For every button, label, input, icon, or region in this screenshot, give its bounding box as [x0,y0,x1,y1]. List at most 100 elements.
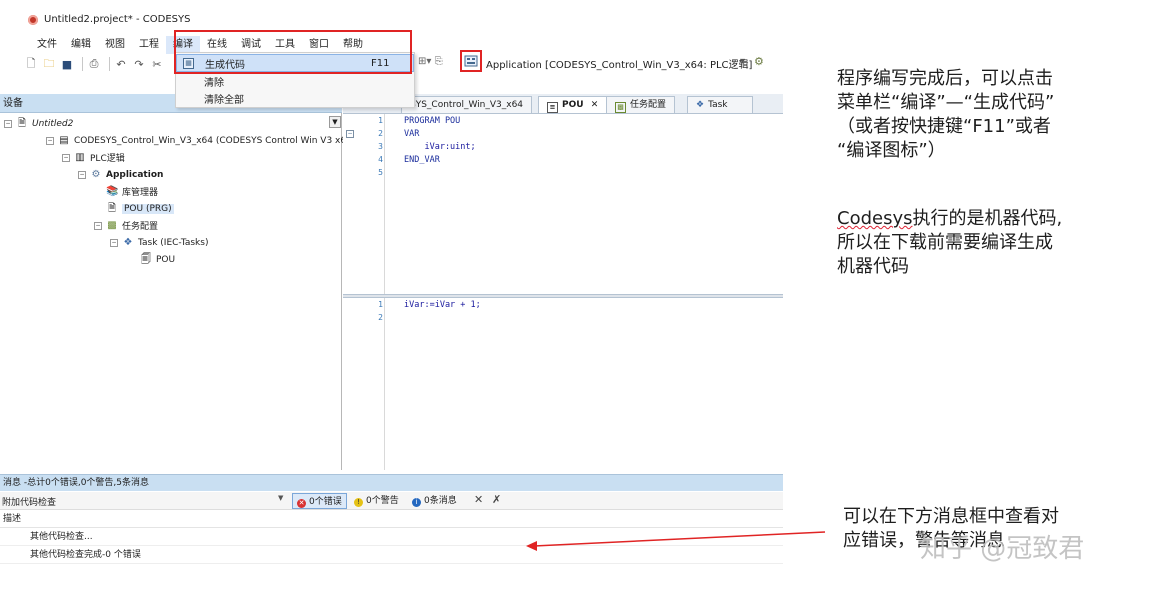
build-icon[interactable] [460,50,482,72]
menu-file[interactable]: 文件 [30,36,64,54]
menu-item-label: 生成代码 [205,59,245,71]
filter-messages-button[interactable]: i 0条消息 [408,493,461,509]
filter-warnings-button[interactable]: ! 0个警告 [350,493,403,509]
menu-view[interactable]: 视图 [98,36,132,54]
pou-icon: 🗎 [107,202,117,214]
settings-icon[interactable]: ⚙ [754,55,764,68]
menu-item-label: 清除 [204,77,224,89]
codesys-ide-window: Untitled2.project* - CODESYS 文件 编辑 视图 工程… [0,0,783,570]
build-menu-item-generate-code[interactable]: ▦ 生成代码 F11 [176,54,414,72]
message-category-select[interactable]: 附加代码检查 [2,495,56,508]
tree-item-label: Task (IEC-Tasks) [138,237,209,248]
active-application-selector[interactable]: Application [CODESYS_Control_Win_V3_x64:… [486,56,752,71]
build-menu-item-clean[interactable]: 清除 [176,72,414,90]
tree-item-pou-prg[interactable]: 🗎 POU (PRG) [106,200,174,217]
devices-panel: 设备 ▼ − 🗎 Untitled2 − ▤ CODESYS_Control_W… [0,94,355,470]
tree-item-pou-call[interactable]: 🗐 POU [140,251,175,268]
menu-item-label: 清除全部 [204,94,244,106]
redo-icon[interactable]: ↷ [132,57,146,71]
line-number-gutter: − 1 2 3 4 5 [343,114,385,294]
build-menu-dropdown: ▦ 生成代码 F11 清除 清除全部 [175,52,415,108]
build-icon: ▦ [183,58,194,69]
line-number: 4 [378,155,383,164]
tree-item-label: POU (PRG) [122,203,174,214]
library-icon: 📚 [106,185,119,197]
filter-label: 0个错误 [309,497,342,507]
tree-item-label: POU [156,254,176,265]
line-number: 2 [378,129,383,138]
annotation-build-instructions: 程序编写完成后，可以点击 菜单栏“编译”—“生成代码” （或者按快捷键“F11”… [837,68,1055,161]
line-number: 3 [378,142,383,151]
tab-device[interactable]: SYS_Control_Win_V3_x64 [401,96,533,113]
code-line: iVar:uint; [404,142,476,152]
tree-item-task[interactable]: − ❖ Task (IEC-Tasks) [110,234,208,251]
chevron-down-icon[interactable]: ▼ [329,116,341,128]
application-icon: ⚙ [91,168,101,180]
info-icon: i [412,498,421,507]
tab-label: 任务配置 [630,100,667,110]
collapse-icon[interactable]: − [110,238,118,247]
code-line: VAR [404,129,420,139]
watermark: 知乎 @冠致君 [920,534,1085,564]
messages-panel-title: 消息 -总计0个错误,0个警告,5条消息 [0,474,783,491]
new-file-icon[interactable]: 🗋 [24,57,38,71]
collapse-icon[interactable]: − [94,221,102,230]
annotation-arrow [526,531,826,551]
clear-all-messages-icon[interactable]: ✗ [492,493,501,506]
toolbar-separator [109,57,110,71]
tab-task[interactable]: ❖ Task [687,96,753,113]
fold-icon[interactable]: − [346,130,354,138]
toolbar-separator [82,57,83,71]
line-number: 1 [378,300,383,309]
build-menu-item-clean-all[interactable]: 清除全部 [176,89,414,107]
collapse-icon[interactable]: − [78,170,86,179]
tab-label: Task [708,100,728,110]
collapse-icon[interactable]: − [4,119,12,128]
chevron-down-icon[interactable]: ▾ [740,56,745,67]
filter-label: 0条消息 [424,496,457,506]
code-line: END_VAR [404,155,440,165]
plc-logic-icon: ▥ [75,151,85,163]
tab-pou[interactable]: ≡ POU ✕ [538,96,608,113]
tree-item-library-manager[interactable]: 📚 库管理器 [106,183,158,200]
declaration-editor[interactable]: − 1 2 3 4 5 PROGRAM POU VAR iVar:uint; E… [343,114,783,294]
warning-icon: ! [354,498,363,507]
tree-item-project[interactable]: − 🗎 Untitled2 [4,115,73,132]
chevron-down-icon[interactable]: ▼ [278,494,288,502]
tree-item-application[interactable]: − ⚙ Application [78,166,163,183]
annotation-codesys-word: Codesys [837,208,913,229]
collapse-icon[interactable]: − [46,136,54,145]
project-icon: 🗎 [17,117,27,129]
filter-errors-button[interactable]: ✕ 0个错误 [292,493,347,509]
menu-project[interactable]: 工程 [132,36,166,54]
tree-item-plc-logic[interactable]: − ▥ PLC逻辑 [62,149,125,166]
task-icon: ❖ [696,100,705,110]
cut-icon[interactable]: ✂ [150,57,164,71]
messages-toolbar: 附加代码检查 ▼ ✕ 0个错误 ! 0个警告 i 0条消息 ✕ ✗ [0,492,783,510]
collapse-icon[interactable]: − [62,153,70,162]
title-bar: Untitled2.project* - CODESYS [0,0,783,34]
tab-label: SYS_Control_Win_V3_x64 [410,100,524,110]
tree-item-label: 任务配置 [122,222,159,232]
undo-icon[interactable]: ↶ [114,57,128,71]
menu-edit[interactable]: 编辑 [64,36,98,54]
implementation-editor[interactable]: 1 2 iVar:=iVar + 1; [343,298,783,470]
task-config-icon: ▩ [615,102,626,113]
close-icon[interactable]: ✕ [591,100,599,110]
tree-item-device[interactable]: − ▤ CODESYS_Control_Win_V3_x64 (CODESYS … [46,132,355,149]
toolbar-misc-icons[interactable]: ⊞▾ ⎘ [418,56,443,67]
menu-item-shortcut: F11 [371,57,390,69]
tree-item-label: CODESYS_Control_Win_V3_x64 (CODESYS Cont… [74,135,356,146]
save-icon[interactable]: ■ [60,57,74,71]
open-folder-icon[interactable]: 🗀 [42,57,56,71]
tab-task-configuration[interactable]: ▩ 任务配置 [606,96,676,113]
tree-item-task-configuration[interactable]: − ▩ 任务配置 [94,217,158,234]
codesys-logo-icon [28,15,38,25]
print-icon[interactable]: ⎙ [87,57,101,71]
code-line: PROGRAM POU [404,116,461,126]
tree-item-label: Untitled2 [32,118,74,129]
clear-messages-icon[interactable]: ✕ [474,493,483,506]
line-number: 1 [378,116,383,125]
line-number-gutter: 1 2 [343,298,385,470]
pou-call-icon: 🗐 [141,253,151,265]
